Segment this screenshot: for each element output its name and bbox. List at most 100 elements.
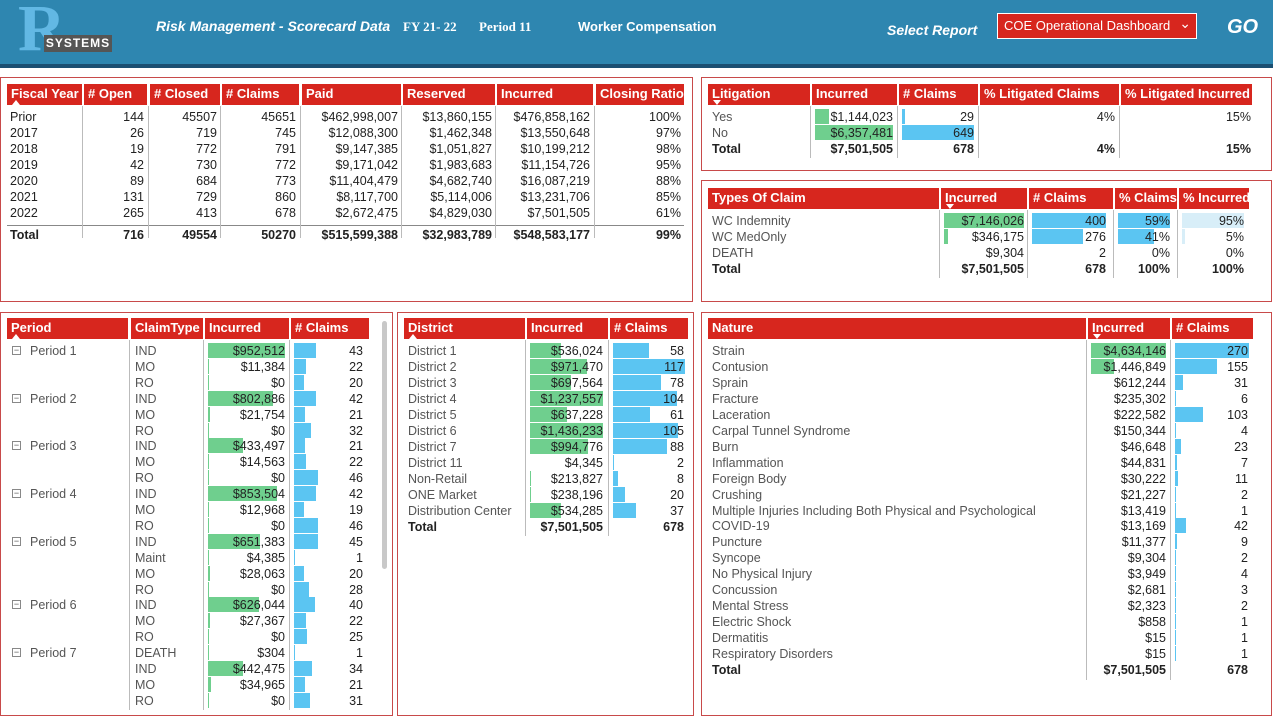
- column-header[interactable]: Nature: [708, 318, 1086, 339]
- go-button[interactable]: GO: [1227, 16, 1258, 39]
- district-total-cell: 678: [663, 520, 684, 534]
- claims-value: 43: [349, 344, 363, 358]
- column-header[interactable]: # Claims: [610, 318, 688, 339]
- claims-value: 1: [1241, 503, 1248, 518]
- column-header[interactable]: % Incurred: [1179, 188, 1249, 209]
- column-header[interactable]: # Claims: [1029, 188, 1113, 209]
- claims-value: 104: [663, 392, 684, 406]
- fiscal-value-cell: 89: [130, 174, 144, 188]
- nature-total-cell: 678: [1227, 663, 1248, 677]
- claims-value: 2: [677, 456, 684, 470]
- column-divider: [495, 106, 496, 238]
- collapse-icon[interactable]: −: [12, 441, 21, 451]
- column-divider: [148, 106, 149, 238]
- claims-value: 46: [349, 518, 363, 533]
- column-header[interactable]: ClaimType: [131, 318, 203, 339]
- incurred-value: $697,564: [550, 376, 603, 390]
- fiscal-value-cell: $13,550,648: [520, 126, 590, 140]
- collapse-icon[interactable]: −: [12, 489, 21, 499]
- fiscal-value-cell: 773: [275, 174, 296, 188]
- fiscal-value-cell: 98%: [655, 142, 681, 156]
- incurred-value: $952,512: [232, 344, 285, 358]
- column-header[interactable]: Types Of Claim: [708, 188, 939, 209]
- incurred-value: $0: [271, 630, 285, 645]
- column-header[interactable]: Fiscal Year: [7, 84, 82, 105]
- column-header[interactable]: Incurred: [497, 84, 593, 105]
- column-header[interactable]: Incurred: [812, 84, 897, 105]
- column-header[interactable]: Litigation: [708, 84, 810, 105]
- claim-type-label: RO: [135, 423, 154, 438]
- period-scrollbar[interactable]: [382, 321, 387, 569]
- column-header[interactable]: District: [404, 318, 525, 339]
- claim-type-label: IND: [135, 487, 157, 502]
- column-divider: [82, 106, 83, 238]
- claim-type-label: IND: [135, 662, 157, 676]
- claim-type-label: RO: [135, 375, 154, 390]
- claim-type-label: MO: [135, 455, 156, 470]
- collapse-icon[interactable]: −: [12, 536, 21, 546]
- nature-label: Burn: [712, 439, 739, 454]
- fiscal-value-cell: 144: [123, 110, 144, 124]
- claims-value: 4: [1241, 423, 1248, 438]
- column-header[interactable]: % Litigated Incurred: [1121, 84, 1252, 105]
- column-header[interactable]: # Claims: [291, 318, 369, 339]
- column-header[interactable]: Incurred: [941, 188, 1027, 209]
- pct-incurred-value: 0%: [1225, 246, 1244, 260]
- collapse-icon[interactable]: −: [12, 600, 21, 610]
- incurred-value: $9,304: [1127, 551, 1166, 566]
- incurred-value: $15: [1145, 631, 1166, 646]
- fiscal-value-cell: $10,199,212: [520, 142, 590, 156]
- district-label: District 3: [408, 376, 457, 390]
- fiscal-value-cell: 88%: [655, 174, 681, 188]
- report-dropdown[interactable]: COE Operational Dashboard ⌄: [997, 13, 1197, 39]
- column-header[interactable]: Closing Ratio: [596, 84, 684, 105]
- incurred-value: $14,563: [239, 455, 285, 470]
- claims-value: 276: [1085, 230, 1106, 244]
- column-header[interactable]: # Claims: [1172, 318, 1253, 339]
- fiscal-value-cell: $8,117,700: [336, 190, 398, 204]
- fiscal-value-cell: 61%: [655, 206, 681, 220]
- incurred-value: $858: [1138, 615, 1166, 630]
- column-header[interactable]: # Closed: [150, 84, 220, 105]
- column-header[interactable]: # Claims: [222, 84, 299, 105]
- column-header[interactable]: Incurred: [1088, 318, 1170, 339]
- column-divider: [978, 106, 979, 158]
- column-header[interactable]: % Claims: [1115, 188, 1177, 209]
- claim-type-label: RO: [135, 518, 154, 533]
- incurred-value: $46,648: [1120, 439, 1166, 454]
- column-header[interactable]: Paid: [302, 84, 401, 105]
- column-header[interactable]: Period: [7, 318, 128, 339]
- collapse-icon[interactable]: −: [12, 648, 21, 658]
- district-total-cell: Total: [408, 520, 437, 534]
- nature-label: Foreign Body: [712, 471, 787, 486]
- claims-value: 37: [670, 504, 684, 518]
- claims-value: 9: [1241, 535, 1248, 550]
- fiscal-value-cell: $13,860,155: [422, 110, 492, 124]
- fiscal-value-cell: $13,231,706: [520, 190, 590, 204]
- collapse-icon[interactable]: −: [12, 346, 21, 355]
- claims-value: 45: [349, 534, 363, 549]
- claims-value: 7: [1241, 455, 1248, 470]
- claims-value: 28: [349, 582, 363, 597]
- types-total-cell: 100%: [1212, 262, 1244, 276]
- column-header[interactable]: Reserved: [403, 84, 495, 105]
- column-divider: [1119, 106, 1120, 158]
- pct-litigated-claims: [983, 125, 1115, 141]
- fiscal-value-cell: 678: [275, 206, 296, 220]
- column-header[interactable]: Incurred: [205, 318, 289, 339]
- nature-label: Strain: [712, 344, 745, 358]
- nature-label: Syncope: [712, 551, 761, 566]
- incurred-value: $1,446,849: [1103, 359, 1166, 374]
- column-header[interactable]: % Litigated Claims: [980, 84, 1119, 105]
- column-header[interactable]: # Claims: [899, 84, 978, 105]
- collapse-icon[interactable]: −: [12, 393, 21, 403]
- incurred-value: $1,144,023: [830, 110, 893, 124]
- period-label: Period 5: [30, 534, 77, 549]
- fiscal-value-cell: 95%: [655, 158, 681, 172]
- column-divider: [1177, 210, 1178, 278]
- district-label: District 5: [408, 408, 457, 422]
- column-header[interactable]: # Open: [84, 84, 147, 105]
- nature-total-cell: $7,501,505: [1103, 663, 1166, 677]
- incurred-value: $0: [271, 423, 285, 438]
- column-header[interactable]: Incurred: [527, 318, 608, 339]
